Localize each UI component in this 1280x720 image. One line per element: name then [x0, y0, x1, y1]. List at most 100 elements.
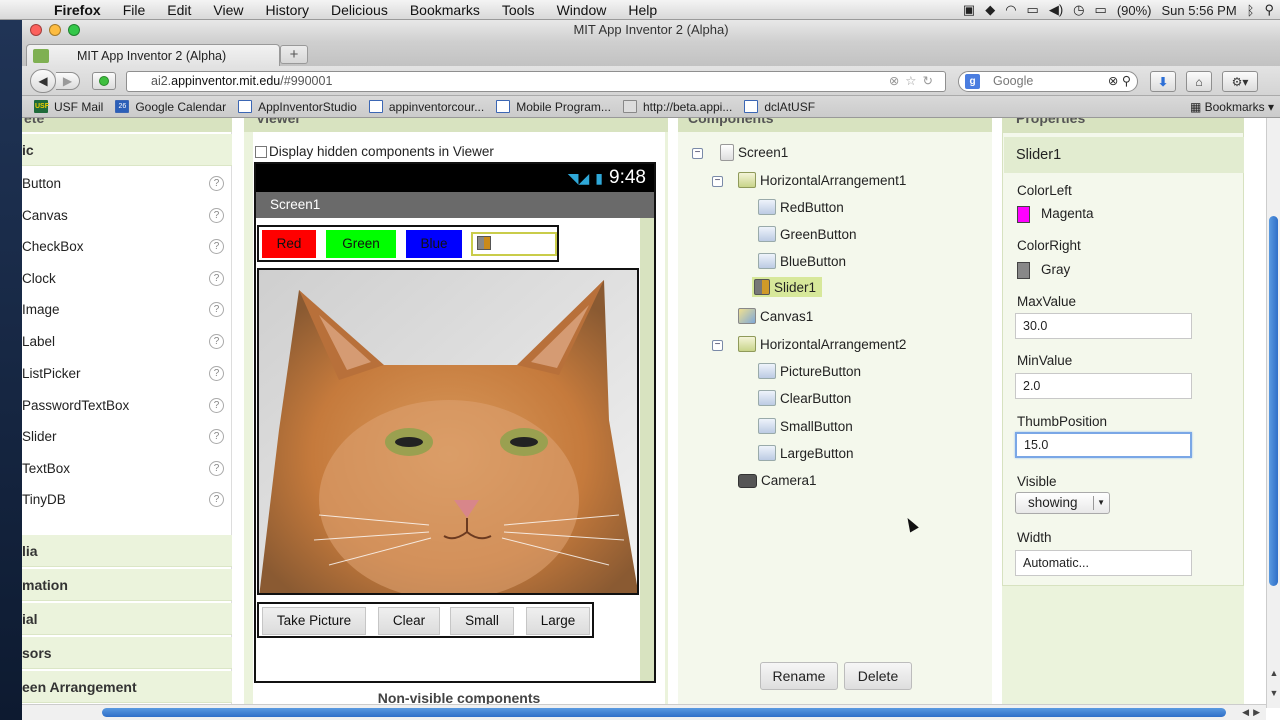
visible-select[interactable]: showing ▼ [1015, 492, 1110, 514]
spotlight-icon[interactable]: ⚲ [1264, 2, 1274, 18]
tree-node-picturebutton[interactable]: PictureButton [758, 363, 861, 379]
tree-node-bluebutton[interactable]: BlueButton [758, 253, 846, 269]
palette-section-media[interactable]: lia [22, 535, 232, 567]
camera-status-icon[interactable]: ▣ [963, 2, 975, 18]
help-icon[interactable]: ? [209, 461, 224, 476]
bookmark-mobile-programming[interactable]: Mobile Program... [496, 100, 611, 114]
forward-button[interactable]: ▶ [56, 72, 80, 90]
bluetooth-icon[interactable]: ᛒ [1247, 3, 1255, 18]
bookmarks-menu-button[interactable]: ▦ Bookmarks ▾ [1190, 96, 1274, 118]
delete-button[interactable]: Delete [844, 662, 912, 690]
palette-item-tinydb[interactable]: TinyDB? [22, 484, 232, 515]
scroll-arrows-icon[interactable]: ◀▶ [1242, 705, 1264, 720]
collapse-harr1-icon[interactable]: − [712, 176, 723, 187]
battery-icon[interactable]: ▭ [1095, 2, 1107, 18]
menu-history[interactable]: History [254, 2, 320, 18]
search-icon[interactable]: ⊗ ⚲ [1108, 72, 1131, 91]
take-picture-button-preview[interactable]: Take Picture [262, 607, 366, 635]
tree-node-clearbutton[interactable]: ClearButton [758, 390, 851, 406]
search-bar[interactable]: g Google ⊗ ⚲ [958, 71, 1138, 92]
slider-preview[interactable] [471, 232, 557, 256]
addon-status-button[interactable] [92, 72, 116, 90]
menu-window[interactable]: Window [546, 2, 618, 18]
close-window-icon[interactable] [30, 24, 42, 36]
help-icon[interactable]: ? [209, 302, 224, 317]
tree-node-screen1[interactable]: Screen1 [720, 144, 788, 161]
palette-item-button[interactable]: Button? [22, 168, 232, 199]
scroll-up-icon[interactable]: ▲ [1267, 668, 1280, 678]
bookmark-usf-mail[interactable]: USF USF Mail [34, 100, 103, 114]
palette-item-slider[interactable]: Slider? [22, 421, 232, 452]
palette-section-screen-arrangement[interactable]: een Arrangement [22, 671, 232, 703]
palette-item-textbox[interactable]: TextBox? [22, 453, 232, 484]
display-icon[interactable]: ▭ [1027, 2, 1039, 18]
screen-title[interactable]: Screen1 [256, 192, 654, 218]
palette-section-animation[interactable]: mation [22, 569, 232, 601]
tree-node-redbutton[interactable]: RedButton [758, 199, 844, 215]
checkbox-box[interactable] [255, 145, 267, 158]
menu-view[interactable]: View [202, 2, 254, 18]
bookmark-dclatusf[interactable]: dclAtUSF [744, 100, 815, 114]
display-hidden-checkbox[interactable]: Display hidden components in Viewer [255, 144, 494, 159]
minimize-window-icon[interactable] [49, 24, 61, 36]
palette-item-passwordtextbox[interactable]: PasswordTextBox? [22, 390, 232, 421]
battery-percent[interactable]: (90%) [1117, 3, 1152, 18]
home-button[interactable]: ⌂ [1186, 71, 1212, 92]
horizontal-scrollbar-thumb[interactable] [102, 708, 1226, 717]
help-icon[interactable]: ? [209, 239, 224, 254]
tab-app-inventor[interactable]: MIT App Inventor 2 (Alpha) [26, 44, 280, 66]
palette-item-image[interactable]: Image? [22, 294, 232, 325]
colorleft-value[interactable]: Magenta [1041, 206, 1094, 221]
small-button-preview[interactable]: Small [450, 607, 514, 635]
url-bar[interactable]: ai2.appinventor.mit.edu/#990001 ⊗☆↻ [126, 71, 946, 92]
palette-item-checkbox[interactable]: CheckBox? [22, 231, 232, 262]
canvas-preview[interactable] [257, 268, 639, 595]
colorright-swatch[interactable] [1017, 262, 1030, 279]
back-button[interactable]: ◀ [30, 69, 56, 93]
help-icon[interactable]: ? [209, 492, 224, 507]
menu-edit[interactable]: Edit [156, 2, 202, 18]
bookmark-beta-appinventor[interactable]: http://beta.appi... [622, 100, 732, 114]
menu-tools[interactable]: Tools [491, 2, 546, 18]
volume-icon[interactable]: ◀) [1049, 2, 1063, 18]
vertical-scrollbar-thumb[interactable] [1269, 216, 1278, 586]
menu-delicious[interactable]: Delicious [320, 2, 399, 18]
google-engine-icon[interactable]: g [965, 74, 980, 89]
help-icon[interactable]: ? [209, 271, 224, 286]
colorright-value[interactable]: Gray [1041, 262, 1070, 277]
palette-section-basic[interactable]: ic [22, 134, 232, 166]
red-button-preview[interactable]: Red [262, 230, 316, 258]
palette-item-clock[interactable]: Clock? [22, 263, 232, 294]
tree-node-canvas1[interactable]: Canvas1 [738, 308, 813, 324]
tree-node-smallbutton[interactable]: SmallButton [758, 418, 853, 434]
vertical-scrollbar[interactable]: ▲ ▼ [1266, 118, 1280, 708]
blue-button-preview[interactable]: Blue [406, 230, 462, 258]
tree-node-greenbutton[interactable]: GreenButton [758, 226, 857, 242]
drive-icon[interactable]: ◆ [985, 2, 995, 18]
help-icon[interactable]: ? [209, 398, 224, 413]
tree-node-camera1[interactable]: Camera1 [738, 473, 817, 488]
menu-help[interactable]: Help [617, 2, 668, 18]
scroll-down-icon[interactable]: ▼ [1267, 688, 1280, 698]
palette-item-label[interactable]: Label? [22, 326, 232, 357]
colorleft-swatch[interactable] [1017, 206, 1030, 223]
width-input[interactable]: Automatic... [1015, 550, 1192, 576]
clear-url-icon[interactable]: ⊗ [889, 74, 905, 88]
palette-item-canvas[interactable]: Canvas? [22, 200, 232, 231]
minvalue-input[interactable] [1015, 373, 1192, 399]
zoom-window-icon[interactable] [68, 24, 80, 36]
horizontal-scrollbar[interactable]: ◀▶ [22, 704, 1266, 720]
help-icon[interactable]: ? [209, 176, 224, 191]
green-button-preview[interactable]: Green [326, 230, 396, 258]
help-icon[interactable]: ? [209, 334, 224, 349]
tree-node-horizontalarrangement2[interactable]: HorizontalArrangement2 [738, 336, 906, 352]
tree-node-largebutton[interactable]: LargeButton [758, 445, 854, 461]
palette-section-sensors[interactable]: sors [22, 637, 232, 669]
rename-button[interactable]: Rename [760, 662, 838, 690]
bookmark-google-calendar[interactable]: 26 Google Calendar [115, 100, 226, 114]
new-tab-button[interactable]: + [280, 45, 308, 64]
help-icon[interactable]: ? [209, 208, 224, 223]
help-icon[interactable]: ? [209, 366, 224, 381]
menu-bookmarks[interactable]: Bookmarks [399, 2, 491, 18]
tree-node-horizontalarrangement1[interactable]: HorizontalArrangement1 [738, 172, 906, 188]
